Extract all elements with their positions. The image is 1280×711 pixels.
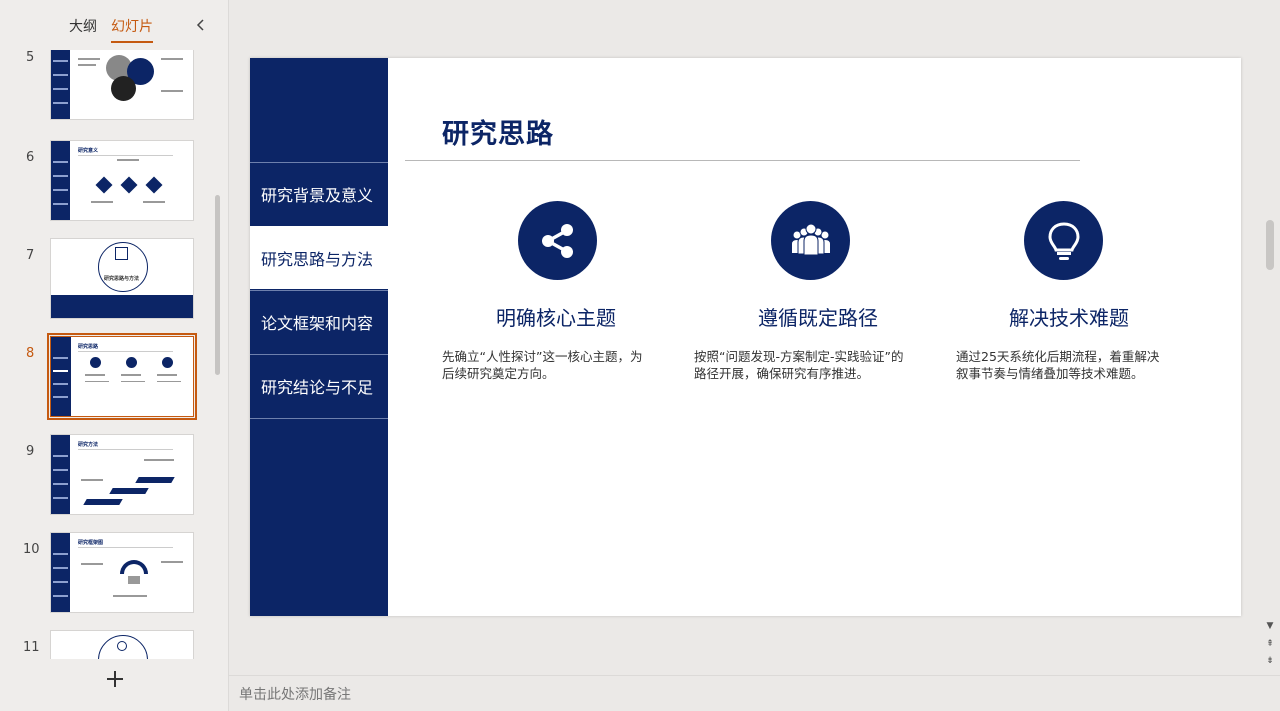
nav-item-background[interactable]: 研究背景及意义 [250,162,388,225]
thumbnail-number: 10 [23,542,40,557]
nav-divider [250,418,388,419]
thumbnail-row: 8 研究思路 [0,333,222,420]
thumbnail-title: 研究框架图 [78,540,104,546]
previous-slide-icon[interactable]: ⇞ [1264,638,1276,650]
feature-title: 明确核心主题 [496,306,616,330]
title-divider [405,160,1080,161]
feature-title: 解决技术难题 [1009,306,1129,330]
feature-description: 先确立“人性探讨”这一核心主题，为后续研究奠定方向。 [442,349,643,381]
feature-title: 遵循既定路径 [758,306,878,330]
thumbnail-number: 8 [26,346,35,361]
thumbnail-row: 7 研究思路与方法 [0,238,222,322]
slide-thumbnail-10[interactable]: 研究框架图 [50,532,194,613]
thumbnail-title: 研究思路与方法 [104,276,140,282]
slide-thumbnail-5[interactable] [50,50,194,120]
slide-canvas[interactable]: 研究背景及意义 研究思路与方法 论文框架和内容 研究结论与不足 研究思路 明确核… [250,58,1241,616]
group-icon [771,201,850,280]
thumbnail-number: 9 [26,444,35,459]
notes-pane[interactable]: 单击此处添加备注 [229,675,1280,711]
scroll-down-icon[interactable]: ▼ [1264,620,1276,632]
thumbnail-row: 9 研究方法 [0,434,222,518]
panel-tabs: 大纲 幻灯片 [69,16,153,43]
thumbnail-row: 6 研究意义 [0,140,222,224]
slide-thumbnail-9[interactable]: 研究方法 [50,434,194,515]
thumbnail-number: 5 [26,50,35,65]
slide-thumbnail-8[interactable]: 研究思路 [47,333,197,420]
next-slide-icon[interactable]: ⇟ [1264,655,1276,667]
tab-slides[interactable]: 幻灯片 [111,16,153,43]
notes-placeholder[interactable]: 单击此处添加备注 [239,684,351,704]
feature-description: 按照“问题发现-方案制定-实践验证”的路径开展，确保研究有序推进。 [694,349,904,381]
thumbnail-number: 11 [23,640,40,655]
slide-title[interactable]: 研究思路 [442,112,554,151]
slide-thumbnail-6[interactable]: 研究意义 [50,140,194,221]
nav-item-conclusion[interactable]: 研究结论与不足 [250,354,388,417]
lightbulb-icon [1024,201,1103,280]
thumbnail-list: 5 6 研究意义 7 研究思路与方法 8 研究思路 9 研究方法 10 研究框架… [0,50,222,659]
thumbnail-row: 11 [0,630,222,659]
slide-sidebar: 研究背景及意义 研究思路与方法 论文框架和内容 研究结论与不足 [250,58,388,616]
thumbnail-title: 研究意义 [78,148,99,154]
share-icon [518,201,597,280]
thumbnail-number: 7 [26,248,35,263]
slide-scrollbar[interactable] [1266,220,1274,270]
thumbnail-title: 研究思路 [78,344,99,350]
plus-icon[interactable] [103,667,127,691]
thumbnail-row: 10 研究框架图 [0,532,222,616]
tab-outline[interactable]: 大纲 [69,16,97,43]
slide-thumbnail-7[interactable]: 研究思路与方法 [50,238,194,319]
feature-description: 通过25天系统化后期流程，着重解决叙事节奏与情绪叠加等技术难题。 [956,349,1160,381]
thumbnail-title: 研究方法 [78,442,99,448]
slide-panel: 大纲 幻灯片 5 6 研究意义 7 研究思路与方法 8 研究思路 9 研究方法 … [0,0,229,711]
nav-item-approach[interactable]: 研究思路与方法 [250,226,388,289]
thumbnail-scrollbar[interactable] [215,195,220,375]
nav-item-framework[interactable]: 论文框架和内容 [250,290,388,353]
chevron-left-icon[interactable] [193,14,209,36]
thumbnail-number: 6 [26,150,35,165]
thumbnail-row: 5 [0,50,222,123]
slide-thumbnail-11[interactable] [50,630,194,659]
